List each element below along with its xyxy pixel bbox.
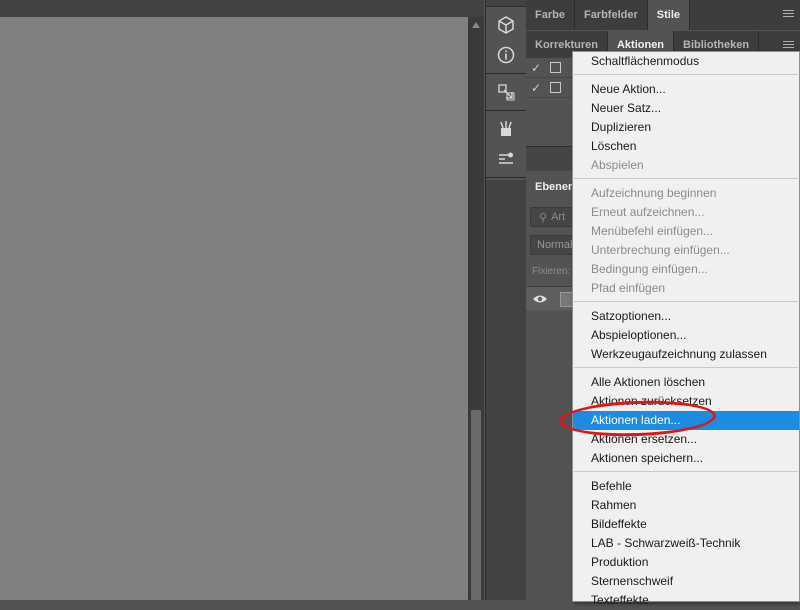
brush-settings-icon[interactable] [486,144,526,174]
menu-item-action-set-production[interactable]: Produktion [573,553,799,572]
vertical-scrollbar[interactable] [468,17,484,600]
menu-separator [574,471,798,472]
menu-item-save-actions[interactable]: Aktionen speichern... [573,449,799,468]
menu-item-record-again[interactable]: Erneut aufzeichnen... [573,203,799,222]
collapsed-panel-bar [485,0,527,600]
menu-separator [574,301,798,302]
menu-separator [574,74,798,75]
eye-icon[interactable] [532,293,548,305]
actions-panel-flyout-menu: Schaltflächenmodus Neue Aktion... Neuer … [572,51,800,607]
info-icon[interactable] [486,40,526,70]
panel-grip[interactable] [486,0,526,7]
path-selection-icon[interactable] [486,77,526,107]
icon-group-3 [486,111,526,178]
menu-item-new-set[interactable]: Neuer Satz... [573,99,799,118]
menu-item-action-set-text-effects[interactable]: Texteffekte [573,591,799,610]
menu-item-playback-options[interactable]: Abspieloptionen... [573,326,799,345]
menu-item-insert-menu-item[interactable]: Menübefehl einfügen... [573,222,799,241]
dialog-toggle-icon[interactable] [550,82,561,93]
menu-item-set-options[interactable]: Satzoptionen... [573,307,799,326]
scrollbar-thumb[interactable] [471,410,481,600]
document-canvas[interactable] [0,17,468,600]
menu-item-action-set-frames[interactable]: Rahmen [573,496,799,515]
color-tab-row: Farbe Farbfelder Stile [526,0,800,30]
scroll-up-arrow-icon[interactable] [472,22,480,28]
document-tab-strip [0,0,484,18]
icon-group-1 [486,7,526,74]
menu-item-new-action[interactable]: Neue Aktion... [573,80,799,99]
layer-filter-label: Art [551,211,566,223]
search-icon: ⚲ [539,211,548,224]
tab-farbe[interactable]: Farbe [526,0,575,30]
menu-item-duplicate[interactable]: Duplizieren [573,118,799,137]
menu-item-play[interactable]: Abspielen [573,156,799,175]
menu-item-clear-all-actions[interactable]: Alle Aktionen löschen [573,373,799,392]
check-icon[interactable]: ✓ [526,61,546,75]
document-area [0,0,484,600]
menu-item-button-mode[interactable]: Schaltflächenmodus [573,52,799,71]
menu-separator [574,367,798,368]
tab-farbfelder[interactable]: Farbfelder [575,0,648,30]
lock-label: Fixieren: [532,266,571,277]
menu-item-start-recording[interactable]: Aufzeichnung beginnen [573,184,799,203]
3d-box-icon[interactable] [486,10,526,40]
actions-panel-menu-icon[interactable] [783,41,794,50]
menu-item-insert-path[interactable]: Pfad einfügen [573,279,799,298]
menu-item-insert-stop[interactable]: Unterbrechung einfügen... [573,241,799,260]
menu-item-delete[interactable]: Löschen [573,137,799,156]
menu-separator [574,178,798,179]
menu-item-action-set-lab-bw[interactable]: LAB - Schwarzweiß-Technik [573,534,799,553]
menu-item-action-set-star-trails[interactable]: Sternenschweif [573,572,799,591]
check-icon[interactable]: ✓ [526,81,546,95]
iconbar-empty-area [486,180,526,600]
menu-item-allow-tool-recording[interactable]: Werkzeugaufzeichnung zulassen [573,345,799,364]
panel-menu-icon[interactable] [783,10,794,19]
dialog-toggle-icon[interactable] [550,62,561,73]
menu-item-insert-conditional[interactable]: Bedingung einfügen... [573,260,799,279]
menu-item-action-set-image-effects[interactable]: Bildeffekte [573,515,799,534]
icon-group-2 [486,74,526,111]
menu-item-action-set-commands[interactable]: Befehle [573,477,799,496]
brushes-icon[interactable] [486,114,526,144]
tab-stile[interactable]: Stile [647,0,690,30]
